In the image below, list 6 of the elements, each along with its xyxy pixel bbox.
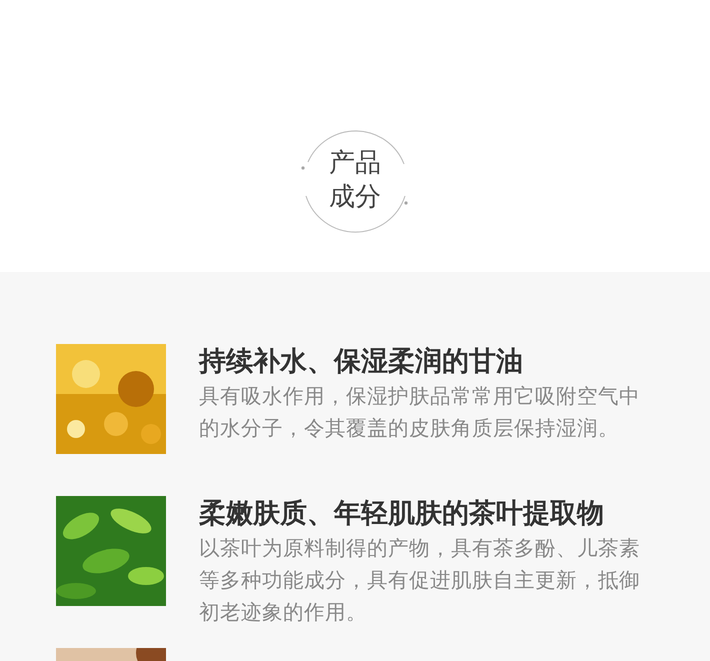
ingredient-description: 以茶叶为原料制得的产物，具有茶多酚、儿茶素等多种功能成分，具有促进肌肤自主更新，抵御初老迹象的作用。 — [199, 535, 641, 626]
section-heading: 产品 — [329, 147, 381, 180]
ingredient-title: 持续补水、保湿柔润的甘油 — [199, 345, 524, 379]
section-heading: 成分 — [329, 181, 381, 214]
ingredient-description: 具有吸水作用，保湿护肤品常常用它吸附空气中的水分子，令其覆盖的皮肤角质层保持湿润。 — [199, 383, 641, 442]
ingredient-title: 柔嫩肤质、年轻肌肤的茶叶提取物 — [199, 497, 605, 531]
